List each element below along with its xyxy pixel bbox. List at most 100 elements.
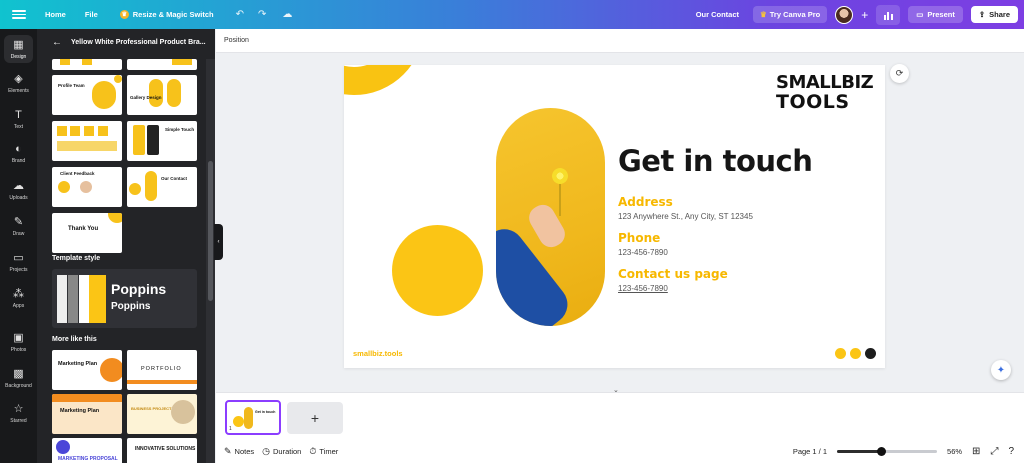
phone-value[interactable]: 123-456-7890 (618, 248, 668, 257)
template-page-thumb[interactable]: Simple Touch (127, 121, 197, 161)
rail-item-label: Background (5, 383, 32, 389)
rail-item-label: Starred (10, 418, 27, 424)
add-page-button[interactable]: + (287, 402, 343, 434)
present-icon: ▭ (916, 10, 924, 19)
rail-item-label: Draw (12, 231, 25, 237)
template-page-thumb[interactable]: Thank You (52, 213, 122, 253)
yellow-dot[interactable] (835, 348, 846, 359)
panel-scrollbar[interactable] (206, 59, 215, 463)
thumb-title: BUSINESS PROJECT (131, 406, 172, 411)
rail-item-label: Text (13, 124, 24, 130)
design-title[interactable]: Our Contact (696, 10, 739, 19)
yellow-circle-shape[interactable] (392, 225, 483, 316)
rail-item-background[interactable]: ▩ Background (0, 368, 37, 389)
rail-item-label: Uploads (9, 195, 28, 201)
help-icon[interactable]: ? (1008, 446, 1014, 457)
thumb-title: Gallery Design (130, 95, 162, 100)
page-thumbnail[interactable]: Get in touch 1 (225, 400, 281, 435)
collapse-panel-button[interactable]: ‹ (214, 224, 223, 260)
present-button[interactable]: ▭ Present (908, 6, 963, 23)
zoom-slider-knob[interactable] (877, 447, 887, 456)
template-page-thumb[interactable]: Profile Team (52, 75, 122, 115)
duration-icon: ◷ (262, 446, 270, 456)
related-template-thumb[interactable]: INNOVATIVE SOLUTIONS (127, 438, 197, 463)
rail-item-brand[interactable]: ◐ Brand (0, 143, 37, 164)
magic-assistant-icon[interactable]: ✦ (991, 360, 1011, 380)
related-template-thumb[interactable]: MARKETING PROPOSAL (52, 438, 122, 463)
rail-item-starred[interactable]: ☆ Starred (0, 403, 37, 424)
related-template-thumb[interactable]: Marketing Plan (52, 350, 122, 390)
footer-url[interactable]: smallbiz.tools (353, 349, 403, 358)
template-page-thumb[interactable]: Our Contact (127, 167, 197, 207)
design-panel: ← Yellow White Professional Product Bra.… (37, 29, 215, 463)
related-template-thumb[interactable]: BUSINESS PROJECT (127, 394, 197, 434)
fullscreen-icon[interactable]: ⤢ (990, 446, 998, 457)
template-page-thumb[interactable]: Client Feedback (52, 167, 122, 207)
logo-text-line2: TOOLS (776, 91, 850, 113)
try-canva-pro-button[interactable]: ♛ Try Canva Pro (753, 6, 828, 23)
font-heading-preview: Poppins (111, 281, 167, 297)
font-body-preview: Poppins (111, 301, 151, 312)
logo-text-line1: SMALLBIZ (776, 72, 874, 93)
add-collaborator-icon[interactable]: + (861, 8, 868, 22)
related-template-thumb[interactable]: Marketing Plan (52, 394, 122, 434)
template-page-thumb[interactable] (52, 121, 122, 161)
thumb-title: INNOVATIVE SOLUTIONS (135, 446, 196, 452)
zoom-slider[interactable] (837, 447, 938, 456)
timer-label: Timer (319, 447, 339, 456)
timer-button[interactable]: ⏱ Timer (309, 446, 338, 457)
draw-icon: ✎ (13, 216, 24, 228)
share-button[interactable]: ⇪ Share (970, 6, 1018, 23)
template-page-thumb[interactable] (127, 59, 197, 70)
more-like-this-heading: More like this (52, 336, 97, 343)
related-template-thumb[interactable]: PORTFOLIO (127, 350, 197, 390)
resize-button[interactable]: ♛ Resize & Magic Switch (119, 10, 214, 19)
rail-item-projects[interactable]: ▭ Projects (0, 252, 37, 273)
yellow-arc-shape[interactable] (344, 65, 424, 95)
insights-button[interactable] (876, 4, 901, 25)
phone-label[interactable]: Phone (618, 231, 660, 245)
menu-icon[interactable] (12, 10, 26, 19)
apps-icon: ⁂ (13, 288, 24, 300)
slide-canvas[interactable]: SMALLBIZ TOOLS Get in touch Address 123 … (344, 65, 885, 368)
page-indicator[interactable]: Page 1 / 1 (793, 447, 827, 456)
rail-item-apps[interactable]: ⁂ Apps (0, 288, 37, 309)
starred-icon: ☆ (13, 403, 24, 415)
notes-button[interactable]: ✎ Notes (224, 446, 254, 457)
slide-title[interactable]: Get in touch (618, 144, 813, 178)
present-label: Present (927, 10, 955, 19)
refresh-icon[interactable]: ⟳ (890, 64, 909, 83)
hand-flower-photo[interactable] (496, 108, 605, 326)
avatar[interactable] (835, 5, 854, 24)
rail-item-uploads[interactable]: ☁ Uploads (0, 180, 37, 201)
black-dot[interactable] (865, 348, 876, 359)
home-button[interactable]: Home (45, 10, 66, 19)
template-page-thumb[interactable] (52, 59, 122, 70)
address-value[interactable]: 123 Anywhere St., Any City, ST 12345 (618, 212, 753, 221)
contact-value[interactable]: 123-456-7890 (618, 284, 668, 293)
address-label[interactable]: Address (618, 195, 673, 209)
rail-item-photos[interactable]: ▣ Photos (0, 332, 37, 353)
undo-icon[interactable]: ↶ (236, 9, 244, 20)
contact-label[interactable]: Contact us page (618, 267, 728, 281)
template-page-thumb[interactable]: Gallery Design (127, 75, 197, 115)
rail-item-label: Projects (9, 267, 28, 273)
rail-item-text[interactable]: T Text (0, 109, 37, 130)
rail-item-label: Apps (12, 303, 25, 309)
duration-button[interactable]: ◷ Duration (262, 446, 301, 457)
template-style-card[interactable]: Poppins Poppins (52, 269, 197, 328)
file-menu[interactable]: File (85, 10, 98, 19)
back-arrow-icon[interactable]: ← (52, 37, 62, 48)
yellow-dot[interactable] (850, 348, 861, 359)
rail-item-elements[interactable]: ◈ Elements (0, 73, 37, 94)
grid-view-icon[interactable]: ⊞ (972, 446, 980, 457)
rail-item-draw[interactable]: ✎ Draw (0, 216, 37, 237)
notes-label: Notes (234, 447, 255, 456)
position-button[interactable]: Position (224, 37, 249, 44)
rail-item-design[interactable]: ▦ Design (0, 35, 37, 63)
swatch-gray (68, 275, 78, 323)
zoom-percentage[interactable]: 56% (947, 447, 962, 456)
cloud-save-icon[interactable]: ☁ (282, 9, 292, 20)
rail-item-label: Photos (10, 347, 27, 353)
redo-icon[interactable]: ↷ (258, 9, 266, 20)
